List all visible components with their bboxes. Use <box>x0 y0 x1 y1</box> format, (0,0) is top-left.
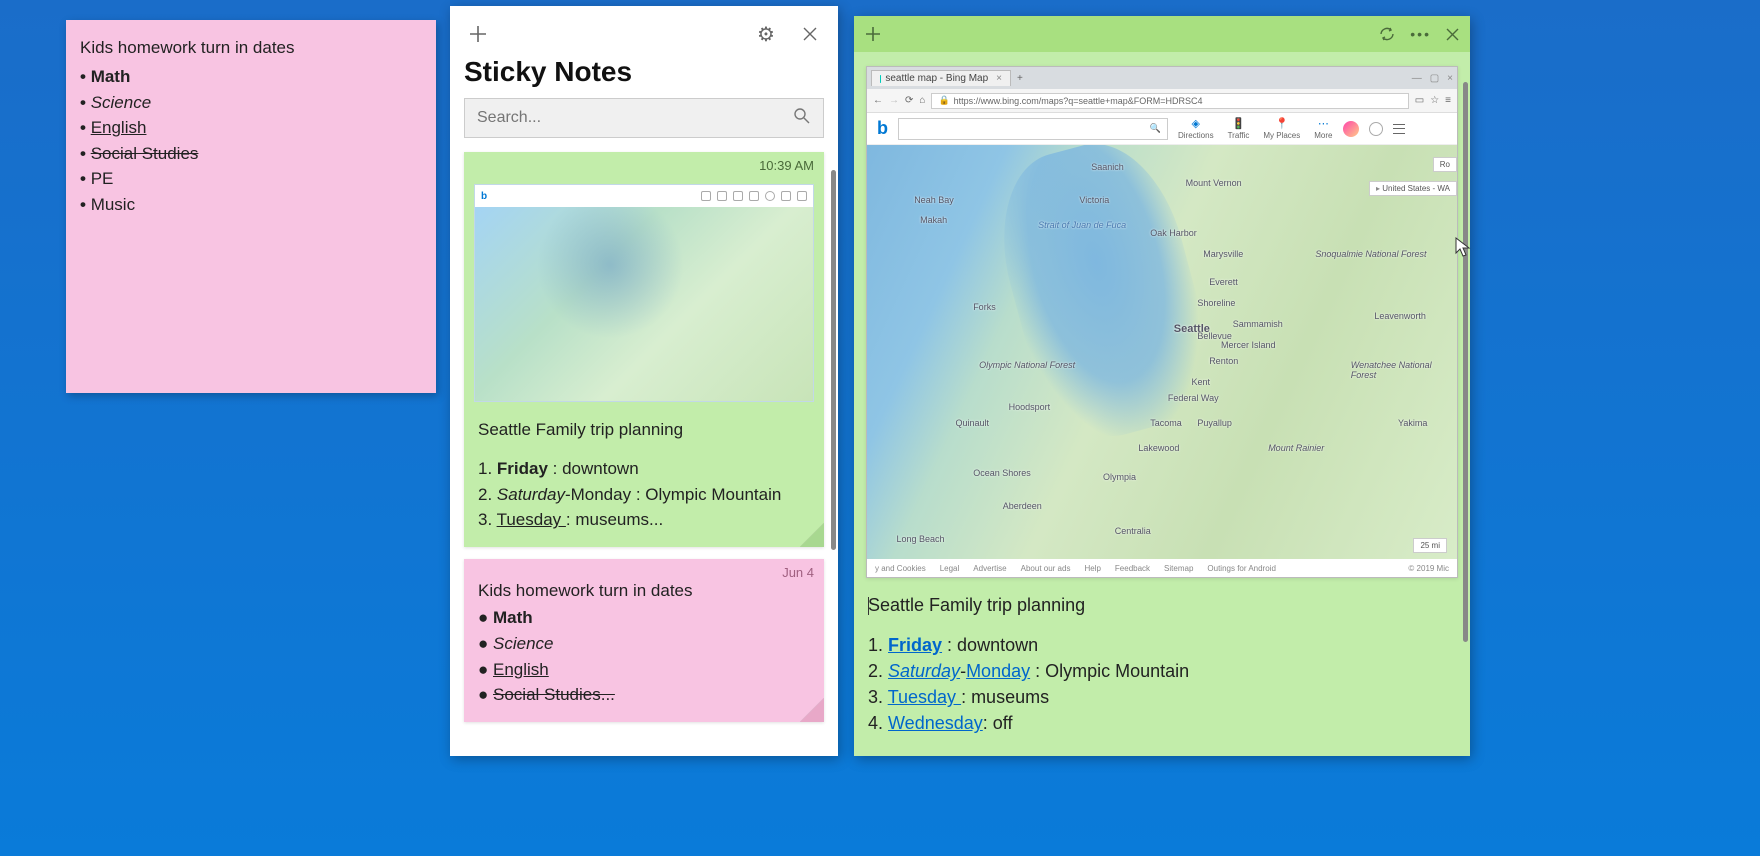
note-card-homework[interactable]: Jun 4 Kids homework turn in dates ● Math… <box>464 559 824 722</box>
maximize-icon[interactable]: ▢ <box>1430 73 1439 84</box>
new-note-button[interactable] <box>464 20 492 48</box>
gear-icon: ⚙ <box>757 22 775 47</box>
avatar[interactable] <box>1343 121 1359 137</box>
home-icon[interactable]: ⌂ <box>919 95 925 106</box>
green-sticky-note-open: ••• seattle map - Bing Map × + — ▢ × ← →… <box>854 16 1470 756</box>
ro-badge[interactable]: Ro <box>1433 157 1457 172</box>
folded-corner-icon <box>800 523 824 547</box>
scrollbar[interactable] <box>831 170 836 550</box>
card-list: 1. Friday : downtown 2. Saturday-Monday … <box>478 456 810 533</box>
star-icon[interactable]: ☆ <box>1430 95 1439 106</box>
new-tab-button[interactable]: + <box>1017 73 1023 84</box>
note-list: 1. Friday : downtown 2. Saturday-Monday … <box>868 632 1456 736</box>
lock-icon: 🔒 <box>938 95 949 106</box>
note-card-seattle[interactable]: 10:39 AM b Seattle Family trip planning … <box>464 152 824 547</box>
note-heading: Kids homework turn in dates <box>80 38 422 58</box>
minimize-icon[interactable]: — <box>1412 73 1422 84</box>
refresh-icon[interactable]: ⟳ <box>905 95 913 106</box>
menu-button[interactable]: ••• <box>1410 26 1431 42</box>
card-list: ● Math ● Science ● English ● Social Stud… <box>478 605 810 708</box>
browser-tab[interactable]: seattle map - Bing Map × <box>871 70 1011 86</box>
browser-address-bar: ← → ⟳ ⌂ 🔒 https://www.bing.com/maps?q=se… <box>867 89 1457 113</box>
favicon-icon <box>880 75 881 83</box>
close-window-icon[interactable]: × <box>1447 73 1453 84</box>
hamburger-menu[interactable] <box>1393 124 1405 134</box>
card-heading: Seattle Family trip planning <box>478 418 810 442</box>
note-body[interactable]: Seattle Family trip planning 1. Friday :… <box>854 588 1470 750</box>
scrollbar[interactable] <box>1463 82 1468 642</box>
favorites-icon[interactable]: ≡ <box>1445 95 1451 106</box>
card-timestamp: Jun 4 <box>782 565 814 580</box>
close-button[interactable] <box>796 20 824 48</box>
back-icon[interactable]: ← <box>873 95 883 106</box>
pink-sticky-note[interactable]: Kids homework turn in dates Math Science… <box>66 20 436 393</box>
search-box[interactable] <box>464 98 824 138</box>
reading-icon[interactable]: ▭ <box>1415 95 1424 106</box>
map-footer: y and Cookies Legal Advertise About our … <box>867 559 1457 577</box>
card-heading: Kids homework turn in dates <box>478 579 810 603</box>
bing-toolbar: b 🔍 ◈Directions 🚦Traffic 📍My Places ⋯Mor… <box>867 113 1457 145</box>
browser-tab-strip: seattle map - Bing Map × + — ▢ × <box>867 67 1457 89</box>
hub-header: ⚙ <box>450 6 838 56</box>
rewards-icon[interactable] <box>1369 122 1383 136</box>
scale-badge: 25 mi <box>1413 538 1447 553</box>
card-timestamp: 10:39 AM <box>759 158 814 173</box>
hub-title: Sticky Notes <box>450 56 838 98</box>
notes-hub-window: ⚙ Sticky Notes 10:39 AM b Seattle Family… <box>450 6 838 756</box>
close-tab-icon[interactable]: × <box>996 73 1002 84</box>
new-note-button[interactable] <box>864 25 882 43</box>
search-icon: 🔍 <box>1150 123 1161 134</box>
card-map-thumbnail: b <box>474 184 814 402</box>
search-icon <box>793 107 811 130</box>
note-heading: Seattle Family trip planning <box>868 592 1456 618</box>
sync-button[interactable] <box>1378 25 1396 43</box>
note-list: Math Science English Social Studies PE M… <box>80 64 422 217</box>
folded-corner-icon <box>800 698 824 722</box>
region-badge[interactable]: ▸ United States - WA <box>1369 181 1457 196</box>
url-input[interactable]: 🔒 https://www.bing.com/maps?q=seattle+ma… <box>931 93 1408 109</box>
bing-search-input[interactable]: 🔍 <box>898 118 1168 140</box>
myplaces-button[interactable]: 📍My Places <box>1263 117 1300 140</box>
traffic-button[interactable]: 🚦Traffic <box>1228 117 1250 140</box>
close-button[interactable] <box>1445 27 1460 42</box>
bing-logo-icon: b <box>481 191 487 202</box>
map-canvas[interactable]: Ro ▸ United States - WA 25 mi Saanich Vi… <box>867 145 1457 559</box>
search-input[interactable] <box>477 109 793 127</box>
more-button[interactable]: ⋯More <box>1314 117 1332 140</box>
directions-button[interactable]: ◈Directions <box>1178 117 1214 140</box>
note-toolbar: ••• <box>854 16 1470 52</box>
forward-icon[interactable]: → <box>889 95 899 106</box>
embedded-browser: seattle map - Bing Map × + — ▢ × ← → ⟳ ⌂… <box>866 66 1458 578</box>
mouse-cursor-icon <box>1454 236 1472 258</box>
settings-button[interactable]: ⚙ <box>752 20 780 48</box>
bing-logo-icon: b <box>877 118 888 139</box>
